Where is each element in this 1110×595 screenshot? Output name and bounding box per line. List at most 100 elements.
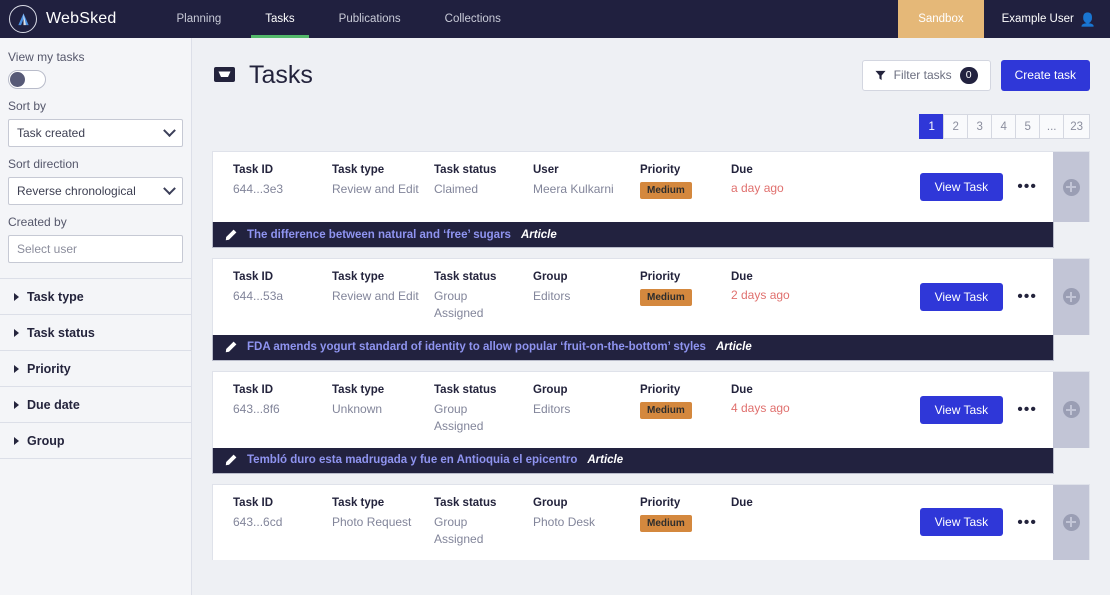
priority-badge: Medium [640,515,692,532]
nav-item-collections[interactable]: Collections [423,0,523,38]
ellipsis-icon[interactable]: ••• [1017,518,1037,528]
due-column: Due [731,497,851,549]
task-row-fields: Task ID 644...3e3 Task type Review and E… [213,152,920,222]
pagination-page-last[interactable]: 23 [1063,114,1090,139]
filter-section-task-type[interactable]: Task type [0,278,191,315]
sort-direction-select[interactable]: Reverse chronological [8,177,183,205]
task-status-column: Task status Group Assigned [434,271,533,323]
nav-item-tasks[interactable]: Tasks [243,0,316,38]
priority-label: Priority [640,271,717,283]
task-id-value: 644...3e3 [233,181,318,198]
due-column: Due 4 days ago [731,384,851,436]
app-logo[interactable] [0,0,46,38]
created-by-label: Created by [8,215,183,229]
task-type-column: Task type Review and Edit [332,164,434,210]
task-type-value: Review and Edit [332,181,420,198]
article-title: Tembló duro esta madrugada y fue en Anti… [247,454,577,466]
filter-section-priority[interactable]: Priority [0,350,191,387]
due-value: a day ago [731,181,837,195]
due-column: Due 2 days ago [731,271,851,323]
view-my-tasks-label: View my tasks [8,50,183,64]
pagination-ellipsis: ... [1039,114,1064,139]
created-by-input[interactable]: Select user [8,235,183,263]
task-article-banner[interactable]: The difference between natural and ‘free… [212,222,1054,248]
task-type-label: Task type [332,384,420,396]
task-type-label: Task type [332,497,420,509]
assignee-value: Photo Desk [533,514,626,531]
priority-label: Priority [640,497,717,509]
due-column: Due a day ago [731,164,851,210]
pagination-page-3[interactable]: 3 [967,114,992,139]
sort-by-select[interactable]: Task created [8,119,183,147]
user-menu[interactable]: Example User 👤 [984,0,1110,38]
filter-tasks-label: Filter tasks [894,68,952,82]
top-navigation-bar: WebSked Planning Tasks Publications Coll… [0,0,1110,38]
inbox-tray-icon [212,65,237,85]
sort-by-value: Task created [17,126,85,140]
task-row-fields: Task ID 643...6cd Task type Photo Reques… [213,485,920,561]
task-type-value: Unknown [332,401,420,418]
article-title: The difference between natural and ‘free… [247,229,511,241]
toggle-knob [10,72,25,87]
task-article-banner[interactable]: Tembló duro esta madrugada y fue en Anti… [212,448,1054,474]
filters-sidebar: View my tasks Sort by Task created Sort … [0,38,192,595]
task-block: Task ID 644...3e3 Task type Review and E… [212,151,1090,248]
priority-column: Priority Medium [640,164,731,210]
task-status-column: Task status Group Assigned [434,384,533,436]
create-task-button[interactable]: Create task [1001,60,1090,91]
filter-tasks-button[interactable]: Filter tasks 0 [862,60,991,91]
task-id-label: Task ID [233,497,318,509]
assignee-value: Editors [533,288,626,305]
ellipsis-icon[interactable]: ••• [1017,182,1037,192]
priority-label: Priority [640,164,717,176]
pagination-page-2[interactable]: 2 [943,114,968,139]
task-type-label: Task type [332,164,420,176]
task-id-value: 643...8f6 [233,401,318,418]
ellipsis-icon[interactable]: ••• [1017,405,1037,415]
chevron-down-icon [163,124,176,137]
primary-nav: Planning Tasks Publications Collections [154,0,522,38]
filter-section-group[interactable]: Group [0,422,191,459]
assignee-column: Group Editors [533,271,640,323]
pagination-page-1[interactable]: 1 [919,114,944,139]
task-id-label: Task ID [233,164,318,176]
pagination-page-5[interactable]: 5 [1015,114,1040,139]
filter-section-due-date[interactable]: Due date [0,386,191,423]
view-task-button[interactable]: View Task [920,396,1004,424]
task-type-column: Task type Photo Request [332,497,434,549]
task-status-value: Group Assigned [434,514,519,549]
add-task-strip[interactable] [1053,372,1089,448]
add-task-strip[interactable] [1053,259,1089,335]
plus-circle-icon [1063,288,1080,305]
assignee-column: Group Editors [533,384,640,436]
add-task-strip[interactable] [1053,485,1089,561]
task-article-banner[interactable]: FDA amends yogurt standard of identity t… [212,335,1054,361]
nav-item-tasks-label: Tasks [265,13,294,25]
view-my-tasks-toggle[interactable] [8,70,46,89]
add-task-strip[interactable] [1053,152,1089,222]
nav-item-publications[interactable]: Publications [317,0,423,38]
assignee-value: Meera Kulkarni [533,181,626,198]
due-label: Due [731,271,837,283]
article-kind: Article [716,341,752,353]
ellipsis-icon[interactable]: ••• [1017,292,1037,302]
assignee-column: Group Photo Desk [533,497,640,549]
nav-item-publications-label: Publications [339,13,401,25]
main-content: Tasks Filter tasks 0 Create task 1 2 3 4 [192,38,1110,595]
task-row-actions: View Task ••• [920,485,1053,561]
assignee-label: Group [533,271,626,283]
nav-item-planning[interactable]: Planning [154,0,243,38]
task-id-label: Task ID [233,384,318,396]
priority-badge: Medium [640,182,692,199]
chevron-right-icon [14,329,19,337]
pencil-edit-icon [225,229,237,241]
pagination-page-4[interactable]: 4 [991,114,1016,139]
task-type-value: Review and Edit [332,288,420,305]
view-task-button[interactable]: View Task [920,173,1004,201]
task-row-actions: View Task ••• [920,152,1053,222]
filter-section-task-status[interactable]: Task status [0,314,191,351]
article-title: FDA amends yogurt standard of identity t… [247,341,706,353]
assignee-label: User [533,164,626,176]
view-task-button[interactable]: View Task [920,508,1004,536]
view-task-button[interactable]: View Task [920,283,1004,311]
